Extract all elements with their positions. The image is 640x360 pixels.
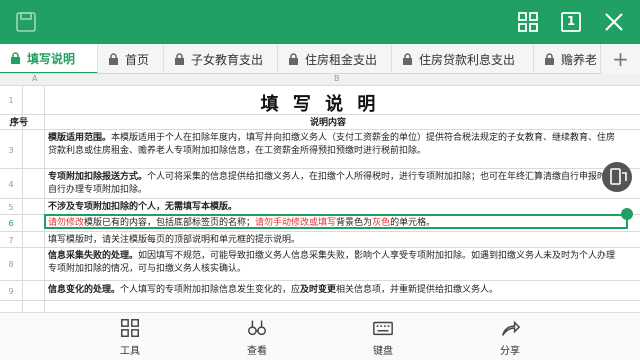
tools-icon — [121, 319, 139, 337]
row-number[interactable]: 9 — [0, 287, 22, 296]
row-number[interactable]: 6 — [0, 219, 22, 228]
tab-label: 首页 — [125, 52, 150, 67]
bottom-toolbar: 工具 查看 键盘 分享 — [0, 312, 640, 360]
view-button[interactable]: 查看 — [227, 317, 287, 359]
tools-label: 工具 — [120, 346, 140, 357]
tab-label: 子女教育支出 — [191, 52, 264, 67]
tab-housing-rent[interactable]: 住房租金支出 — [278, 44, 392, 73]
header-seq[interactable]: 序号 — [10, 117, 28, 130]
share-label: 分享 — [500, 346, 520, 357]
row-number[interactable]: 3 — [0, 146, 22, 155]
header-content[interactable]: 说明内容 — [310, 117, 346, 130]
lock-icon — [11, 52, 20, 64]
tab-home[interactable]: 首页 — [98, 44, 164, 73]
sheet-title[interactable]: 填 写 说 明 — [0, 90, 640, 116]
row-number[interactable]: 7 — [0, 236, 22, 245]
keyboard-button[interactable]: 键盘 — [353, 317, 413, 359]
selection-drag-handle[interactable] — [621, 208, 633, 220]
tab-child-education[interactable]: 子女教育支出 — [164, 44, 278, 73]
tab-housing-loan-interest[interactable]: 住房贷款利息支出 — [392, 44, 534, 73]
keyboard-icon — [373, 321, 393, 336]
content-cell-3[interactable]: 不涉及专项附加扣除的个人，无需填写本模版。 — [48, 201, 237, 214]
lock-icon — [403, 53, 412, 65]
content-cell-2[interactable]: 专项附加扣除报送方式。个人可将采集的信息提供给扣缴义务人，在扣缴个人所得税时，进… — [48, 171, 623, 197]
row-number[interactable]: 8 — [0, 260, 22, 269]
column-header-a[interactable]: A — [32, 74, 37, 83]
grid-line — [0, 231, 640, 232]
keyboard-label: 键盘 — [373, 346, 393, 357]
grid-line — [0, 168, 640, 169]
tab-elderly-support[interactable]: 赡养老 — [534, 44, 604, 73]
view-icon — [248, 320, 266, 336]
content-cell-6[interactable]: 信息采集失败的处理。如因填写不规范，可能导致扣缴义务人信息采集失败，影响个人享受… — [48, 250, 623, 276]
page-count-icon[interactable]: 1 — [559, 10, 583, 34]
tools-button[interactable]: 工具 — [100, 317, 160, 359]
spreadsheet-grid[interactable]: A B 1 2 3 4 5 6 7 8 9 填 写 说 明 序号 说明内容 模版… — [0, 74, 640, 312]
view-label: 查看 — [247, 346, 267, 357]
sheet-tab-bar: 填写说明 首页 子女教育支出 住房租金支出 住房贷款利息支出 赡养老 — [0, 44, 640, 74]
lock-icon — [545, 53, 554, 65]
column-header-b[interactable]: B — [334, 74, 340, 83]
page-count: 1 — [566, 14, 576, 28]
cell-selection — [44, 214, 628, 229]
lock-icon — [175, 53, 184, 65]
lock-icon — [289, 53, 298, 65]
top-toolbar: 1 — [0, 0, 640, 44]
content-cell-1[interactable]: 模版适用范围。本模版适用于个人在扣除年度内，填写并向扣缴义务人（支付工资薪金的单… — [48, 132, 623, 158]
save-icon[interactable] — [14, 10, 38, 34]
share-icon — [501, 320, 521, 336]
tab-fill-instructions[interactable]: 填写说明 — [0, 44, 98, 73]
grid-line — [0, 280, 640, 281]
content-cell-7[interactable]: 信息变化的处理。个人填写的专项附加扣除信息发生变化的，应及时变更相关信息项，并重… — [48, 284, 623, 297]
phone-rotate-icon — [610, 168, 627, 185]
grid-line — [0, 300, 640, 301]
share-button[interactable]: 分享 — [480, 317, 540, 359]
tab-label: 填写说明 — [27, 51, 76, 66]
row-number[interactable]: 5 — [0, 203, 22, 212]
close-icon[interactable] — [602, 10, 626, 34]
lock-icon — [109, 53, 118, 65]
grid-line — [0, 247, 640, 248]
content-cell-5[interactable]: 填写模版时，请关注模版每页的顶部说明和单元框的提示说明。 — [48, 234, 300, 247]
exit-fullscreen-button[interactable] — [602, 162, 632, 192]
grid-line — [0, 198, 640, 199]
row-number[interactable]: 4 — [0, 180, 22, 189]
add-sheet-button[interactable]: + — [600, 44, 640, 74]
grid-line — [44, 86, 45, 312]
grid-icon[interactable] — [516, 10, 540, 34]
column-header: A B — [0, 74, 640, 86]
tab-label: 住房贷款利息支出 — [419, 52, 516, 67]
tab-label: 赡养老 — [561, 52, 598, 67]
tab-label: 住房租金支出 — [305, 52, 378, 67]
